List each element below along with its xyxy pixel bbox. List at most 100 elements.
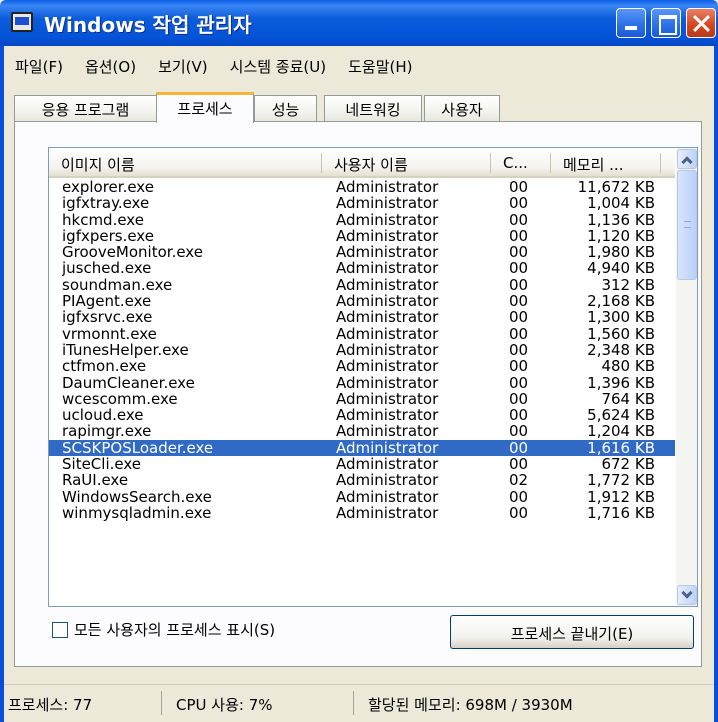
process-user: Administrator: [336, 472, 439, 489]
table-row[interactable]: GrooveMonitor.exe Administrator 00 1,980 KB: [49, 244, 675, 260]
column-memory[interactable]: 메모리 ...: [551, 148, 661, 178]
chevron-down-icon: [681, 587, 693, 599]
column-user-name[interactable]: 사용자 이름: [322, 148, 491, 178]
process-name: PIAgent.exe: [62, 293, 152, 310]
tab-performance[interactable]: 성능: [254, 95, 317, 122]
process-user: Administrator: [336, 195, 439, 212]
process-user: Administrator: [336, 390, 439, 407]
scroll-up-button[interactable]: [677, 149, 697, 169]
process-name: rapimgr.exe: [62, 423, 152, 440]
menu-options[interactable]: 옵션(O): [74, 50, 147, 82]
table-row[interactable]: igfxpers.exe Administrator 00 1,120 KB: [49, 228, 675, 244]
menu-view[interactable]: 보기(V): [147, 50, 219, 82]
process-cpu: 02: [509, 472, 529, 489]
process-cpu: 00: [509, 390, 529, 407]
table-row[interactable]: igfxtray.exe Administrator 00 1,004 KB: [49, 195, 675, 211]
menu-shutdown[interactable]: 시스템 종료(U): [219, 50, 337, 82]
process-cpu: 00: [509, 244, 529, 261]
tab-networking[interactable]: 네트워킹: [324, 95, 422, 122]
process-name: wcescomm.exe: [62, 390, 178, 407]
status-cpu-usage: CPU 사용: 7%: [172, 691, 354, 715]
close-button[interactable]: [686, 8, 716, 38]
process-memory: 764 KB: [601, 390, 655, 407]
process-cpu: 00: [509, 276, 529, 293]
process-memory: 1,772 KB: [587, 472, 655, 489]
process-memory: 4,940 KB: [587, 260, 655, 277]
process-memory: 1,136 KB: [587, 211, 655, 228]
table-row[interactable]: rapimgr.exe Administrator 00 1,204 KB: [49, 423, 675, 439]
process-user: Administrator: [336, 211, 439, 228]
process-memory: 1,204 KB: [587, 423, 655, 440]
process-cpu: 00: [509, 504, 529, 521]
table-row[interactable]: igfxsrvc.exe Administrator 00 1,300 KB: [49, 309, 675, 325]
title-bar[interactable]: Windows 작업 관리자: [0, 0, 718, 46]
process-user: Administrator: [336, 456, 439, 473]
table-row[interactable]: ctfmon.exe Administrator 00 480 KB: [49, 358, 675, 374]
table-row[interactable]: iTunesHelper.exe Administrator 00 2,348 KB: [49, 342, 675, 358]
process-name: ucloud.exe: [62, 407, 144, 424]
table-row[interactable]: DaumCleaner.exe Administrator 00 1,396 KB: [49, 375, 675, 391]
process-cpu: 00: [509, 407, 529, 424]
process-memory: 1,396 KB: [587, 374, 655, 391]
table-row[interactable]: explorer.exe Administrator 00 11,672 KB: [49, 179, 675, 195]
process-cpu: 00: [509, 341, 529, 358]
end-process-button[interactable]: 프로세스 끝내기(E): [450, 615, 694, 649]
process-memory: 1,560 KB: [587, 325, 655, 342]
status-memory: 할당된 메모리: 698M / 3930M: [368, 696, 573, 714]
process-cpu: 00: [509, 358, 529, 375]
show-all-users-label: 모든 사용자의 프로세스 표시(S): [74, 621, 276, 639]
process-cpu: 00: [509, 325, 529, 342]
process-name: igfxsrvc.exe: [62, 309, 153, 326]
process-name: winmysqladmin.exe: [62, 504, 212, 521]
table-row[interactable]: wcescomm.exe Administrator 00 764 KB: [49, 391, 675, 407]
process-name: RaUI.exe: [62, 472, 129, 489]
tab-users[interactable]: 사용자: [424, 95, 500, 122]
process-user: Administrator: [336, 293, 439, 310]
table-row[interactable]: WindowsSearch.exe Administrator 00 1,912 KB: [49, 489, 675, 505]
scroll-down-button[interactable]: [677, 585, 697, 605]
table-row[interactable]: winmysqladmin.exe Administrator 00 1,716 KB: [49, 505, 675, 521]
table-row[interactable]: vrmonnt.exe Administrator 00 1,560 KB: [49, 326, 675, 342]
tab-processes[interactable]: 프로세스: [156, 92, 254, 123]
process-user: Administrator: [336, 325, 439, 342]
column-image-name[interactable]: 이미지 이름: [49, 148, 322, 178]
menu-help[interactable]: 도움말(H): [337, 50, 423, 82]
table-row[interactable]: PIAgent.exe Administrator 00 2,168 KB: [49, 293, 675, 309]
table-row[interactable]: hkcmd.exe Administrator 00 1,136 KB: [49, 212, 675, 228]
process-name: hkcmd.exe: [62, 211, 144, 228]
process-name: vrmonnt.exe: [62, 325, 157, 342]
table-row[interactable]: ucloud.exe Administrator 00 5,624 KB: [49, 407, 675, 423]
show-all-users-checkbox[interactable]: [52, 621, 68, 638]
table-row[interactable]: SiteCli.exe Administrator 00 672 KB: [49, 456, 675, 472]
process-user: Administrator: [336, 179, 439, 195]
process-name: GrooveMonitor.exe: [62, 244, 203, 261]
table-row[interactable]: jusched.exe Administrator 00 4,940 KB: [49, 260, 675, 276]
process-user: Administrator: [336, 260, 439, 277]
table-row[interactable]: SCSKPOSLoader.exe Administrator 00 1,616 KB: [49, 439, 675, 457]
process-memory: 312 KB: [601, 276, 655, 293]
process-user: Administrator: [336, 374, 439, 391]
process-memory: 480 KB: [601, 358, 655, 375]
column-cpu[interactable]: C...: [491, 148, 551, 178]
process-list[interactable]: 이미지 이름 사용자 이름 C... 메모리 ... explorer.exe A…: [48, 147, 698, 607]
scroll-thumb[interactable]: [677, 170, 697, 280]
process-memory: 11,672 KB: [577, 179, 655, 195]
menu-file[interactable]: 파일(F): [4, 50, 74, 82]
process-cpu: 00: [509, 227, 529, 244]
tab-applications[interactable]: 응용 프로그램: [14, 95, 157, 122]
process-memory: 5,624 KB: [587, 407, 655, 424]
vertical-scrollbar[interactable]: [676, 148, 697, 606]
process-name: SCSKPOSLoader.exe: [62, 439, 214, 456]
show-all-users-option[interactable]: 모든 사용자의 프로세스 표시(S): [52, 619, 275, 640]
table-row[interactable]: RaUI.exe Administrator 02 1,772 KB: [49, 472, 675, 488]
process-name: WindowsSearch.exe: [62, 488, 212, 505]
process-memory: 672 KB: [601, 456, 655, 473]
process-user: Administrator: [336, 309, 439, 326]
maximize-button[interactable]: [651, 8, 681, 38]
process-cpu: 00: [509, 488, 529, 505]
process-name: jusched.exe: [62, 260, 152, 277]
table-row[interactable]: soundman.exe Administrator 00 312 KB: [49, 277, 675, 293]
minimize-button[interactable]: [616, 8, 646, 38]
process-cpu: 00: [509, 456, 529, 473]
window-frame-left: [0, 46, 4, 722]
